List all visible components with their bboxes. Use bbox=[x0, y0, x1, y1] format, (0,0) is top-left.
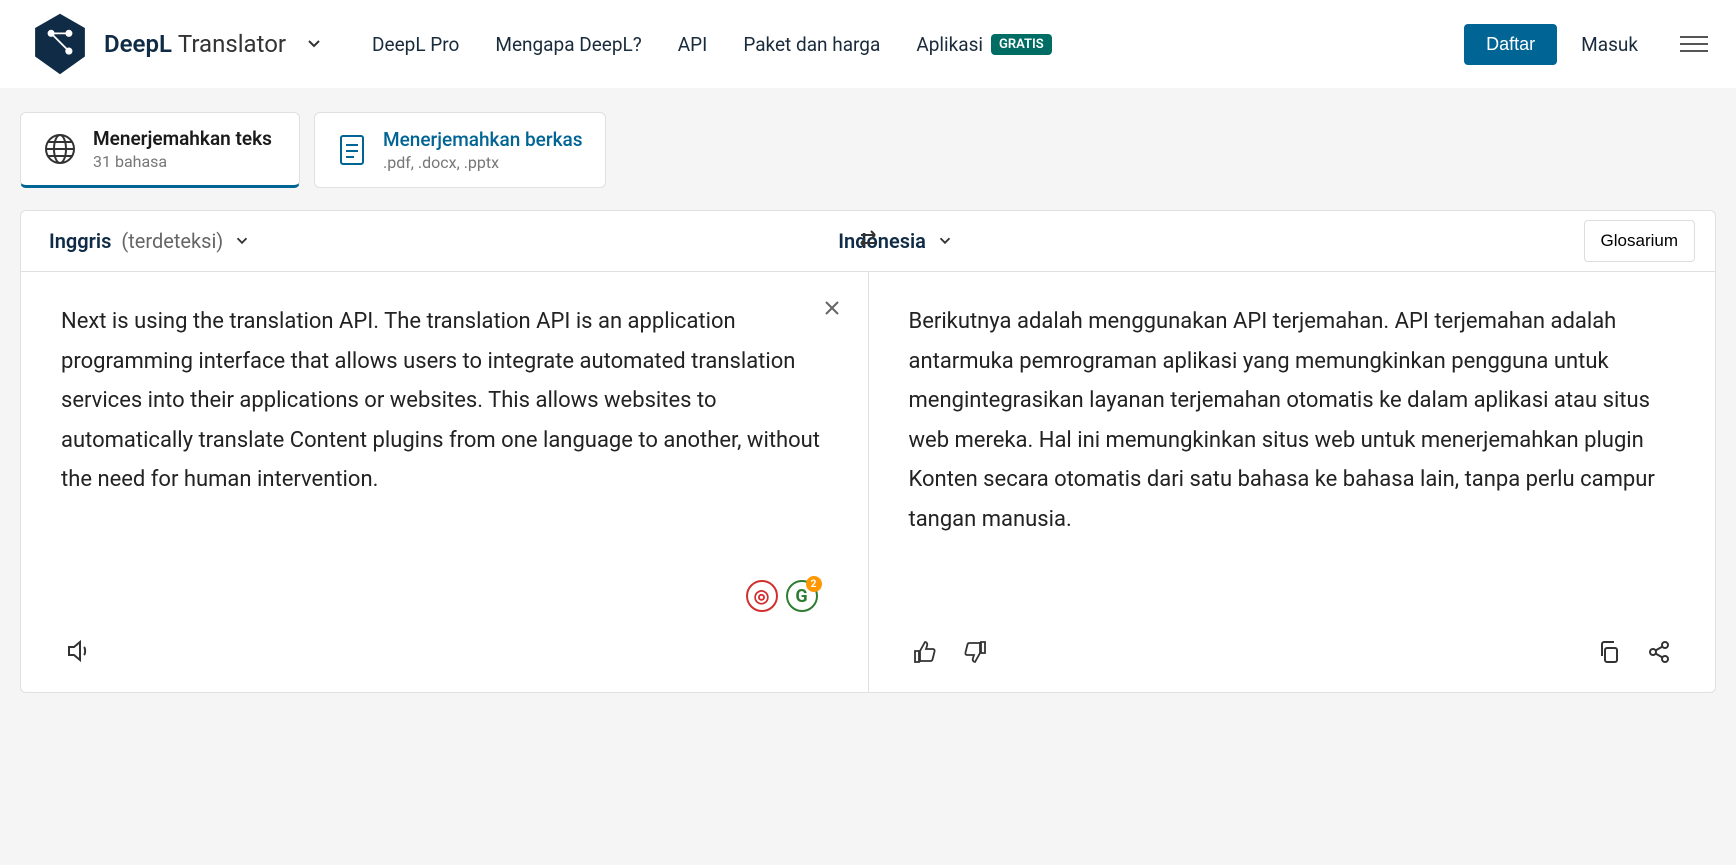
source-footer bbox=[61, 616, 828, 672]
deepl-logo-icon bbox=[28, 12, 92, 76]
tab-translate-text[interactable]: Menerjemahkan teks 31 bahasa bbox=[20, 112, 300, 188]
target-pane: Berikutnya adalah menggunakan API terjem… bbox=[868, 272, 1716, 692]
share-button[interactable] bbox=[1643, 636, 1675, 672]
nav-api[interactable]: API bbox=[678, 33, 708, 56]
target-text: Berikutnya adalah menggunakan API terjem… bbox=[909, 302, 1676, 618]
source-lang-detected: (terdeteksi) bbox=[121, 229, 223, 253]
signup-button[interactable]: Daftar bbox=[1464, 24, 1557, 65]
thumbs-down-button[interactable] bbox=[959, 636, 991, 672]
source-pane: Next is using the translation API. The t… bbox=[21, 272, 868, 692]
glossary-button[interactable]: Glosarium bbox=[1584, 220, 1695, 262]
free-badge: GRATIS bbox=[991, 34, 1052, 55]
header: DeepL Translator DeepL Pro Mengapa DeepL… bbox=[0, 0, 1736, 88]
nav-apps-label: Aplikasi bbox=[916, 33, 983, 56]
target-language-selector[interactable]: Indonesia bbox=[794, 211, 1583, 271]
grammarly-count: 2 bbox=[806, 576, 822, 592]
chevron-down-icon[interactable] bbox=[304, 34, 324, 54]
source-lang-label: Inggris bbox=[49, 229, 111, 253]
translation-panes: Next is using the translation API. The t… bbox=[21, 272, 1715, 692]
brand-light: Translator bbox=[178, 30, 286, 58]
nav-why[interactable]: Mengapa DeepL? bbox=[495, 33, 641, 56]
speaker-icon bbox=[65, 638, 91, 664]
grammarly-extension-icon[interactable]: G2 bbox=[786, 580, 818, 612]
login-link[interactable]: Masuk bbox=[1581, 33, 1638, 56]
clear-source-button[interactable] bbox=[822, 298, 842, 322]
target-footer bbox=[909, 618, 1676, 672]
thumbs-up-icon bbox=[913, 640, 937, 664]
close-icon bbox=[822, 298, 842, 318]
chevron-down-icon bbox=[233, 232, 251, 250]
extension-icons: ◎ G2 bbox=[746, 580, 818, 612]
swap-languages-button[interactable] bbox=[847, 218, 889, 264]
mode-tabs: Menerjemahkan teks 31 bahasa Menerjemahk… bbox=[0, 88, 1736, 188]
tab-translate-files[interactable]: Menerjemahkan berkas .pdf, .docx, .pptx bbox=[314, 112, 606, 188]
brand-area[interactable]: DeepL Translator bbox=[28, 12, 324, 76]
source-text[interactable]: Next is using the translation API. The t… bbox=[61, 302, 828, 616]
share-icon bbox=[1647, 640, 1671, 664]
nav-pricing[interactable]: Paket dan harga bbox=[743, 33, 880, 56]
brand-text: DeepL Translator bbox=[104, 30, 286, 58]
main: Menerjemahkan teks 31 bahasa Menerjemahk… bbox=[0, 88, 1736, 713]
nav-pro[interactable]: DeepL Pro bbox=[372, 33, 459, 56]
tab-text-sub: 31 bahasa bbox=[93, 152, 272, 171]
tab-text-title: Menerjemahkan teks bbox=[93, 127, 272, 150]
brand-bold: DeepL bbox=[104, 30, 172, 58]
header-right: Daftar Masuk bbox=[1464, 24, 1708, 65]
copy-icon bbox=[1597, 640, 1621, 664]
tab-files-sub: .pdf, .docx, .pptx bbox=[383, 153, 583, 172]
target-extension-icon[interactable]: ◎ bbox=[746, 580, 778, 612]
tab-files-title: Menerjemahkan berkas bbox=[383, 128, 583, 151]
globe-icon bbox=[43, 132, 77, 166]
swap-icon bbox=[855, 226, 881, 252]
nav-apps[interactable]: Aplikasi GRATIS bbox=[916, 33, 1051, 56]
listen-source-button[interactable] bbox=[61, 634, 95, 672]
language-bar: Inggris (terdeteksi) Indonesia Glosarium bbox=[21, 211, 1715, 272]
thumbs-up-button[interactable] bbox=[909, 636, 941, 672]
thumbs-down-icon bbox=[963, 640, 987, 664]
copy-button[interactable] bbox=[1593, 636, 1625, 672]
source-language-selector[interactable]: Inggris (terdeteksi) bbox=[21, 211, 794, 271]
document-icon bbox=[337, 133, 367, 167]
chevron-down-icon bbox=[936, 232, 954, 250]
nav: DeepL Pro Mengapa DeepL? API Paket dan h… bbox=[372, 33, 1052, 56]
translator-panel: Inggris (terdeteksi) Indonesia Glosarium… bbox=[20, 210, 1716, 693]
hamburger-menu-icon[interactable] bbox=[1680, 36, 1708, 52]
